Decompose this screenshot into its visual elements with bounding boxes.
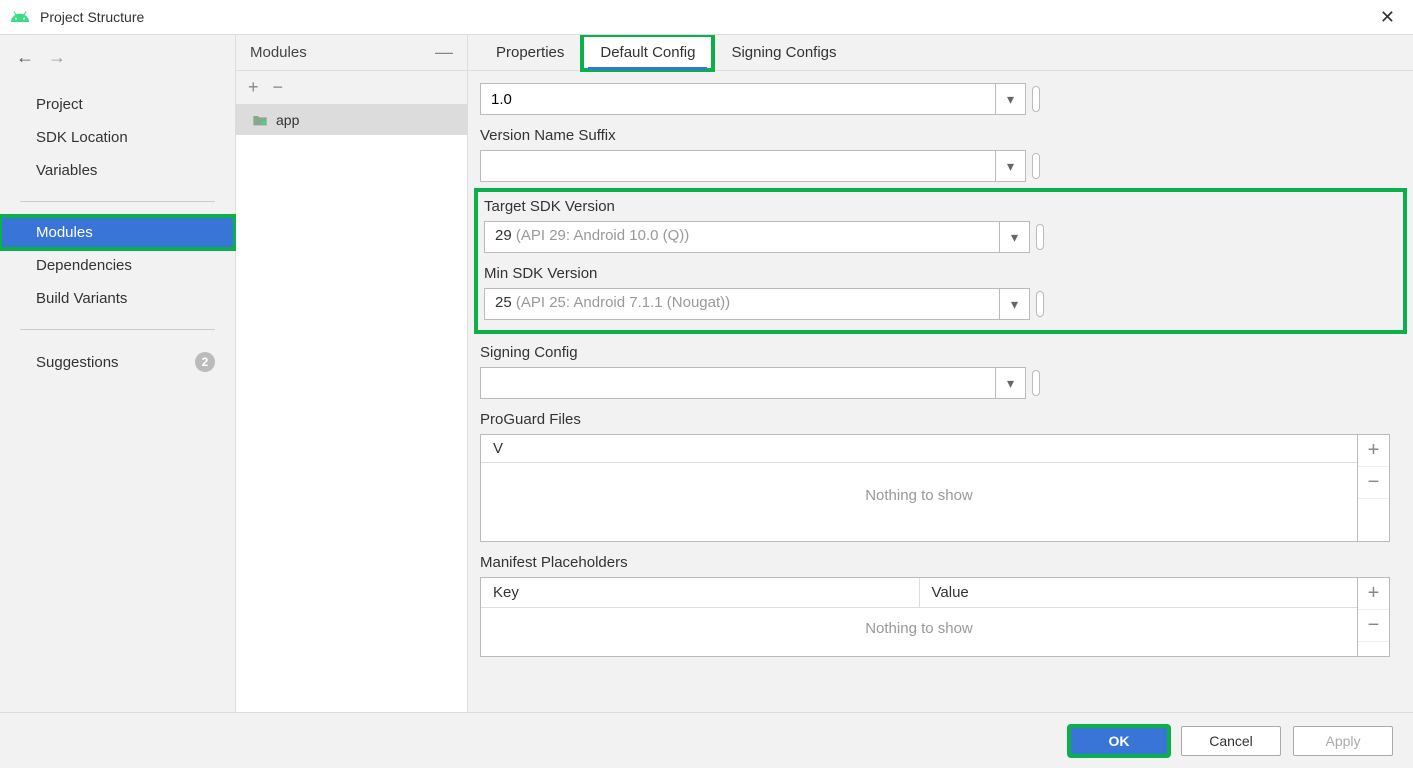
sidebar-item-variables[interactable]: Variables xyxy=(0,154,235,187)
manifest-placeholders-label: Manifest Placeholders xyxy=(480,554,1401,571)
field-handle[interactable] xyxy=(1032,153,1040,179)
remove-icon[interactable]: − xyxy=(1358,467,1389,499)
chevron-down-icon[interactable]: ▾ xyxy=(995,151,1025,181)
tab-properties[interactable]: Properties xyxy=(478,35,582,70)
min-sdk-label: Min SDK Version xyxy=(484,265,1397,282)
remove-icon[interactable]: − xyxy=(1358,610,1389,642)
proguard-header: V xyxy=(481,435,1357,463)
sidebar: ← → Project SDK Location Variables Modul… xyxy=(0,35,236,712)
apply-button[interactable]: Apply xyxy=(1293,726,1393,756)
min-sdk-combo[interactable]: 25 (API 25: Android 7.1.1 (Nougat)) ▾ xyxy=(484,288,1030,320)
add-icon[interactable]: + xyxy=(1358,578,1389,610)
field-handle[interactable] xyxy=(1036,224,1044,250)
manifest-key-header: Key xyxy=(481,578,920,607)
sidebar-item-build-variants[interactable]: Build Variants xyxy=(0,282,235,315)
chevron-down-icon[interactable]: ▾ xyxy=(995,84,1025,114)
nav-forward-icon[interactable]: → xyxy=(48,47,66,68)
add-module-icon[interactable]: + xyxy=(248,77,259,98)
sidebar-item-project[interactable]: Project xyxy=(0,88,235,121)
signing-config-input[interactable] xyxy=(481,368,995,398)
field-handle[interactable] xyxy=(1036,291,1044,317)
tab-signing-configs[interactable]: Signing Configs xyxy=(713,35,854,70)
chevron-down-icon[interactable]: ▾ xyxy=(999,289,1029,319)
chevron-down-icon[interactable]: ▾ xyxy=(995,368,1025,398)
field-handle[interactable] xyxy=(1032,370,1040,396)
sidebar-item-modules[interactable]: Modules xyxy=(0,216,235,249)
nav-back-icon[interactable]: ← xyxy=(16,47,34,68)
signing-config-combo[interactable]: ▾ xyxy=(480,367,1026,399)
sidebar-item-dependencies[interactable]: Dependencies xyxy=(0,249,235,282)
sidebar-item-sdk-location[interactable]: SDK Location xyxy=(0,121,235,154)
version-input[interactable] xyxy=(481,84,995,114)
version-name-suffix-input[interactable] xyxy=(481,151,995,181)
proguard-files-list: V Nothing to show + − xyxy=(480,434,1390,542)
version-name-suffix-label: Version Name Suffix xyxy=(480,127,1401,144)
target-sdk-combo[interactable]: 29 (API 29: Android 10.0 (Q)) ▾ xyxy=(484,221,1030,253)
modules-header-label: Modules xyxy=(250,44,307,61)
version-combo[interactable]: ▾ xyxy=(480,83,1026,115)
folder-icon xyxy=(252,113,268,127)
proguard-files-label: ProGuard Files xyxy=(480,411,1401,428)
android-icon xyxy=(10,7,30,27)
suggestions-badge: 2 xyxy=(195,352,215,372)
close-icon[interactable]: ✕ xyxy=(1372,3,1403,32)
ok-button[interactable]: OK xyxy=(1069,726,1169,756)
chevron-down-icon[interactable]: ▾ xyxy=(999,222,1029,252)
version-name-suffix-combo[interactable]: ▾ xyxy=(480,150,1026,182)
target-sdk-label: Target SDK Version xyxy=(484,198,1397,215)
empty-message: Nothing to show xyxy=(481,608,1357,649)
remove-module-icon[interactable]: − xyxy=(273,77,284,98)
field-handle[interactable] xyxy=(1032,86,1040,112)
signing-config-label: Signing Config xyxy=(480,344,1401,361)
empty-message: Nothing to show xyxy=(481,463,1357,528)
module-item-app[interactable]: app xyxy=(236,105,467,135)
tab-default-config[interactable]: Default Config xyxy=(582,35,713,70)
sidebar-item-suggestions[interactable]: Suggestions 2 xyxy=(0,344,235,380)
module-label: app xyxy=(276,112,299,128)
modules-panel: Modules — + − app xyxy=(236,35,468,712)
manifest-value-header: Value xyxy=(920,578,1358,607)
add-icon[interactable]: + xyxy=(1358,435,1389,467)
minimize-icon[interactable]: — xyxy=(435,42,453,63)
manifest-placeholders-table: Key Value Nothing to show + − xyxy=(480,577,1390,657)
window-title: Project Structure xyxy=(40,9,1372,25)
tabs: Properties Default Config Signing Config… xyxy=(468,35,1413,71)
cancel-button[interactable]: Cancel xyxy=(1181,726,1281,756)
